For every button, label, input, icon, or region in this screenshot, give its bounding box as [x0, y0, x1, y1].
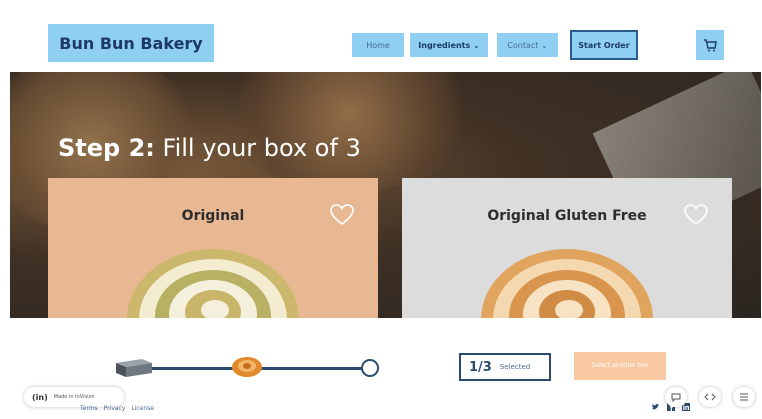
heart-icon[interactable] — [684, 204, 708, 226]
header: Bun Bun Bakery Home Ingredients ⌄ Contac… — [0, 0, 762, 72]
box-count: 1/3 Selected — [459, 353, 551, 381]
start-order-button[interactable]: Start Order — [570, 30, 638, 60]
cinnamon-roll-image — [127, 249, 299, 318]
brand-logo[interactable]: Bun Bun Bakery — [48, 24, 214, 62]
code-button[interactable] — [699, 387, 721, 407]
nav-ingredients[interactable]: Ingredients ⌄ — [410, 33, 488, 57]
nav-contact[interactable]: Contact ⌄ — [497, 33, 558, 57]
step-text: Fill your box of 3 — [154, 134, 361, 162]
nav-home[interactable]: Home — [352, 33, 404, 57]
twitter-icon[interactable] — [651, 403, 660, 411]
cart-icon — [704, 38, 717, 51]
code-icon — [704, 393, 716, 401]
comment-icon — [671, 393, 681, 402]
footer-link-terms[interactable]: Terms — [80, 405, 98, 412]
menu-button[interactable] — [733, 387, 755, 407]
made-in-invision-badge[interactable]: (in) Made in InVision — [24, 387, 124, 407]
hero-background-texture — [220, 72, 480, 192]
footer-link-license[interactable]: License — [131, 405, 154, 412]
hero-banner: Step 2: Fill your box of 3 Original Orig… — [10, 72, 761, 318]
footer-link-privacy[interactable]: Privacy — [104, 405, 126, 412]
comment-button[interactable] — [665, 387, 687, 407]
heart-icon[interactable] — [330, 204, 354, 226]
product-card-original[interactable]: Original — [48, 178, 378, 318]
box-icon — [116, 359, 152, 377]
progress-end-marker — [361, 359, 379, 377]
menu-icon — [740, 393, 748, 401]
product-card-gluten-free[interactable]: Original Gluten Free — [402, 178, 732, 318]
product-card-title: Original — [181, 208, 245, 224]
step-label: Step 2: — [58, 134, 155, 162]
step-title: Step 2: Fill your box of 3 — [58, 134, 361, 162]
page: Bun Bun Bakery Home Ingredients ⌄ Contac… — [0, 0, 762, 419]
bun-progress-icon — [232, 357, 262, 377]
box-count-label: Selected — [499, 363, 531, 371]
invision-logo: (in) — [32, 392, 48, 402]
product-card-title: Original Gluten Free — [487, 208, 647, 224]
cart-button[interactable] — [696, 30, 724, 60]
footer-links: Terms Privacy License — [80, 405, 154, 412]
cinnamon-roll-image — [481, 249, 653, 318]
box-count-value: 1/3 — [469, 359, 492, 375]
select-another-box-button[interactable]: Select another box — [574, 352, 666, 380]
made-in-invision-text: Made in InVision — [53, 394, 95, 400]
